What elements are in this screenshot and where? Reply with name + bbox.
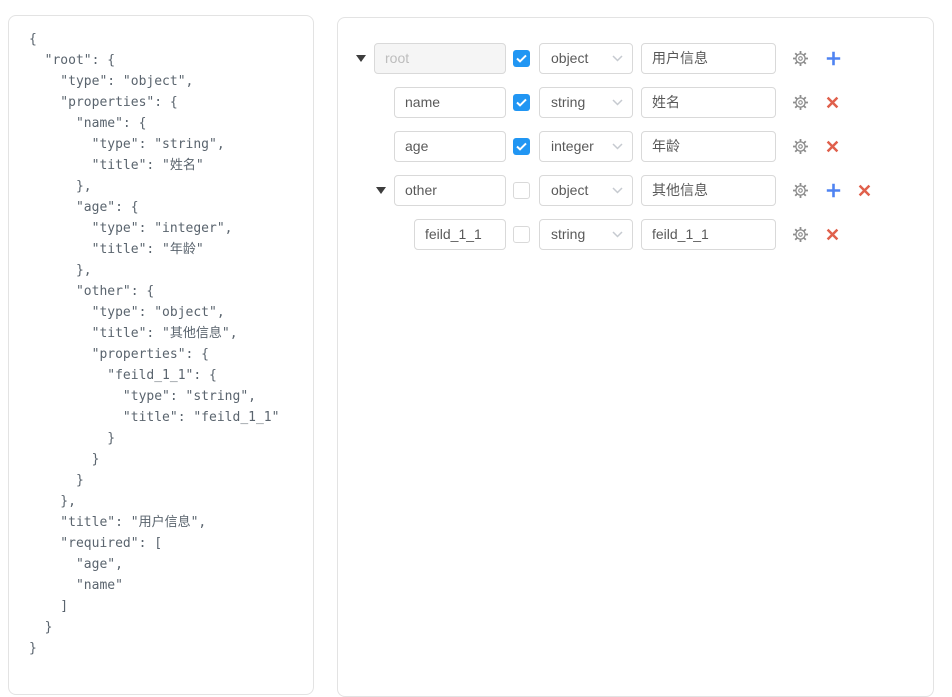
field-name-input[interactable] [394,131,506,162]
required-checkbox[interactable] [513,182,530,199]
delete-field-button[interactable] [826,96,839,109]
indent-spacer [356,146,376,147]
field-type-select[interactable]: object [539,175,633,206]
field-type-value: object [551,182,588,198]
field-title-input[interactable] [641,131,776,162]
field-type-value: integer [551,138,594,154]
field-title-input[interactable] [641,175,776,206]
field-title-input[interactable] [641,219,776,250]
settings-gear-icon[interactable] [792,138,809,155]
check-icon [516,54,527,63]
required-checkbox[interactable] [513,138,530,155]
x-icon [826,96,839,109]
field-type-select[interactable]: object [539,43,633,74]
caret-slot [396,231,414,238]
required-checkbox[interactable] [513,226,530,243]
field-name-group [356,43,506,74]
field-title-input[interactable] [641,87,776,118]
field-name-input[interactable] [394,175,506,206]
field-name-group [356,175,506,206]
plus-icon [826,51,841,66]
plus-icon [826,183,841,198]
schema-field-row: integer [338,124,933,168]
schema-field-row: string [338,80,933,124]
indent-spacer [356,234,396,235]
field-name-group [356,219,506,250]
field-name-input[interactable] [374,43,506,74]
required-checkbox[interactable] [513,94,530,111]
field-title-input[interactable] [641,43,776,74]
field-name-group [356,131,506,162]
chevron-down-icon [612,231,623,238]
indent-spacer [356,102,376,103]
required-checkbox[interactable] [513,50,530,67]
settings-gear-icon[interactable] [792,182,809,199]
field-type-value: object [551,50,588,66]
x-icon [826,228,839,241]
schema-code-panel: { "root": { "type": "object", "propertie… [8,15,314,695]
check-icon [516,142,527,151]
field-type-value: string [551,94,585,110]
field-type-select[interactable]: string [539,219,633,250]
field-name-input[interactable] [394,87,506,118]
delete-field-button[interactable] [858,184,871,197]
chevron-down-icon [612,55,623,62]
add-child-button[interactable] [826,183,841,198]
add-child-button[interactable] [826,51,841,66]
caret-slot [376,187,394,194]
schema-field-row: object [338,36,933,80]
field-type-select[interactable]: integer [539,131,633,162]
chevron-down-icon [612,143,623,150]
settings-gear-icon[interactable] [792,50,809,67]
caret-slot [356,55,374,62]
delete-field-button[interactable] [826,140,839,153]
settings-gear-icon[interactable] [792,226,809,243]
field-type-value: string [551,226,585,242]
chevron-down-icon [612,99,623,106]
caret-down-icon[interactable] [376,187,386,194]
schema-json-code: { "root": { "type": "object", "propertie… [29,29,305,659]
caret-slot [376,143,394,150]
schema-field-row: object [338,168,933,212]
settings-gear-icon[interactable] [792,94,809,111]
indent-spacer [356,190,376,191]
check-icon [516,98,527,107]
field-name-input[interactable] [414,219,506,250]
delete-field-button[interactable] [826,228,839,241]
x-icon [826,140,839,153]
chevron-down-icon [612,187,623,194]
schema-tree-panel: object [337,17,934,697]
schema-field-row: string [338,212,933,256]
field-type-select[interactable]: string [539,87,633,118]
x-icon [858,184,871,197]
caret-down-icon[interactable] [356,55,366,62]
field-name-group [356,87,506,118]
caret-slot [376,99,394,106]
schema-field-rows: object [338,36,933,256]
